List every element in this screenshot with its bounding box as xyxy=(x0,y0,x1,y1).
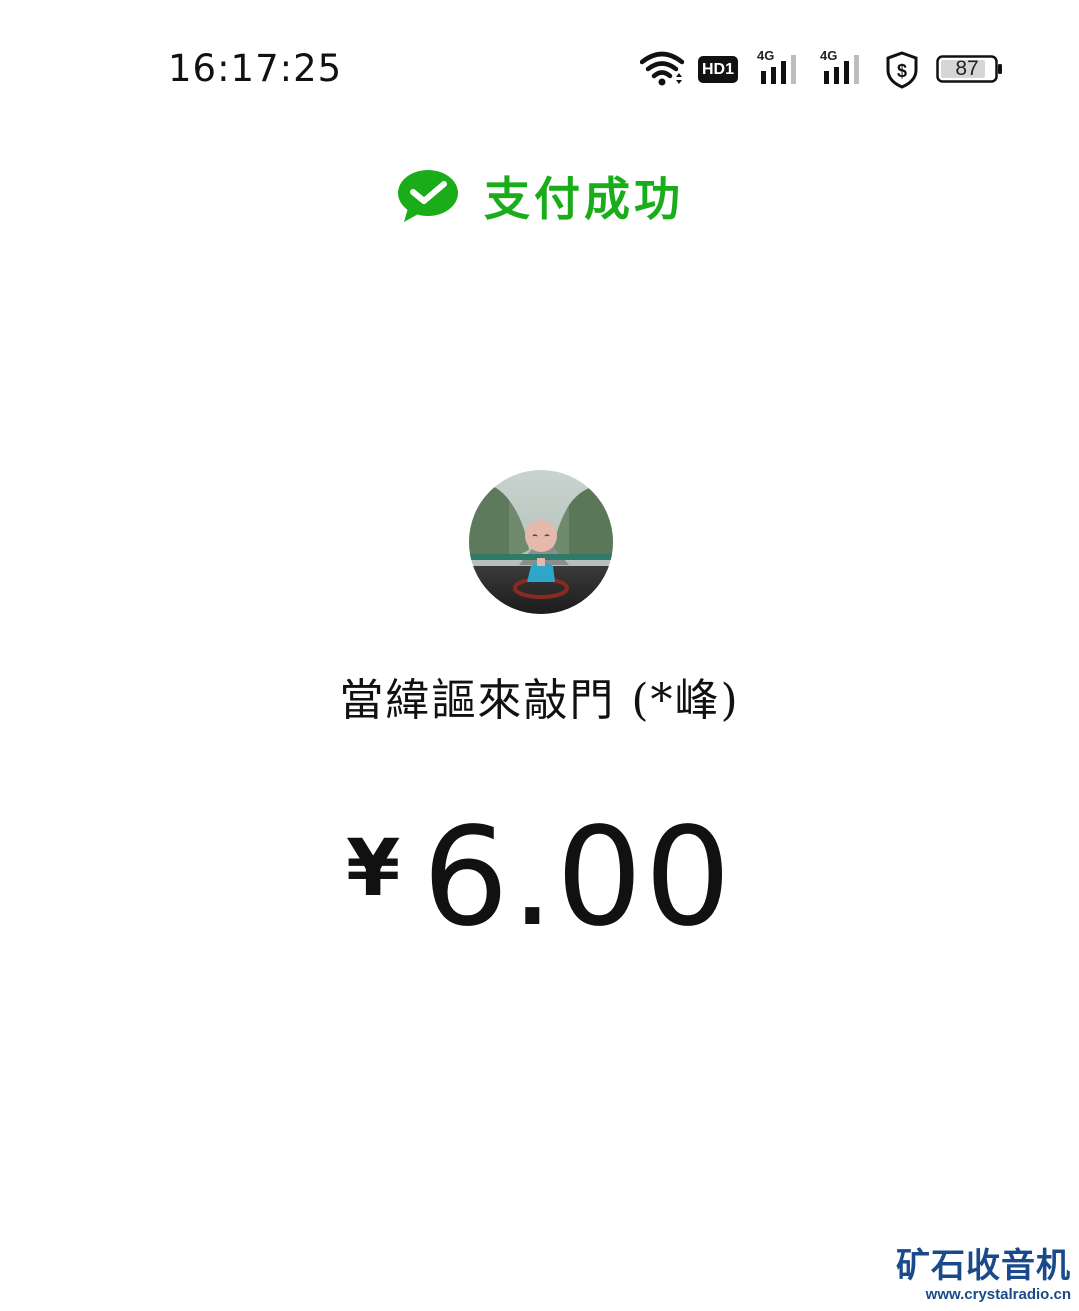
watermark-brand: 矿石收音机 xyxy=(896,1246,1071,1286)
wechat-pay-check-icon xyxy=(398,170,458,222)
payment-success-header: 支付成功 xyxy=(396,166,684,226)
payee-avatar xyxy=(469,470,613,614)
hd-label: HD1 xyxy=(701,61,734,78)
status-time: 16:17:25 xyxy=(168,47,343,90)
status-bar: 16:17:25 HD1 4G 4G $ 87 xyxy=(0,0,1079,140)
cellular-signal-icon xyxy=(824,55,859,84)
payment-shield-icon: $ xyxy=(886,51,918,89)
svg-text:$: $ xyxy=(897,61,907,81)
wifi-icon xyxy=(640,51,685,86)
payment-success-title: 支付成功 xyxy=(484,172,684,226)
payee-name: 當緯謳來敲門 (*峰) xyxy=(339,675,740,726)
battery-level: 87 xyxy=(955,57,979,80)
cellular-signal-icon xyxy=(761,55,796,84)
payment-amount: ¥ 6.00 xyxy=(0,810,1079,946)
currency-symbol: ¥ xyxy=(345,824,401,914)
amount-value: 6.00 xyxy=(422,799,734,957)
site-watermark: 矿石收音机 www.crystalradio.cn xyxy=(896,1246,1071,1304)
watermark-url: www.crystalradio.cn xyxy=(925,1286,1071,1303)
